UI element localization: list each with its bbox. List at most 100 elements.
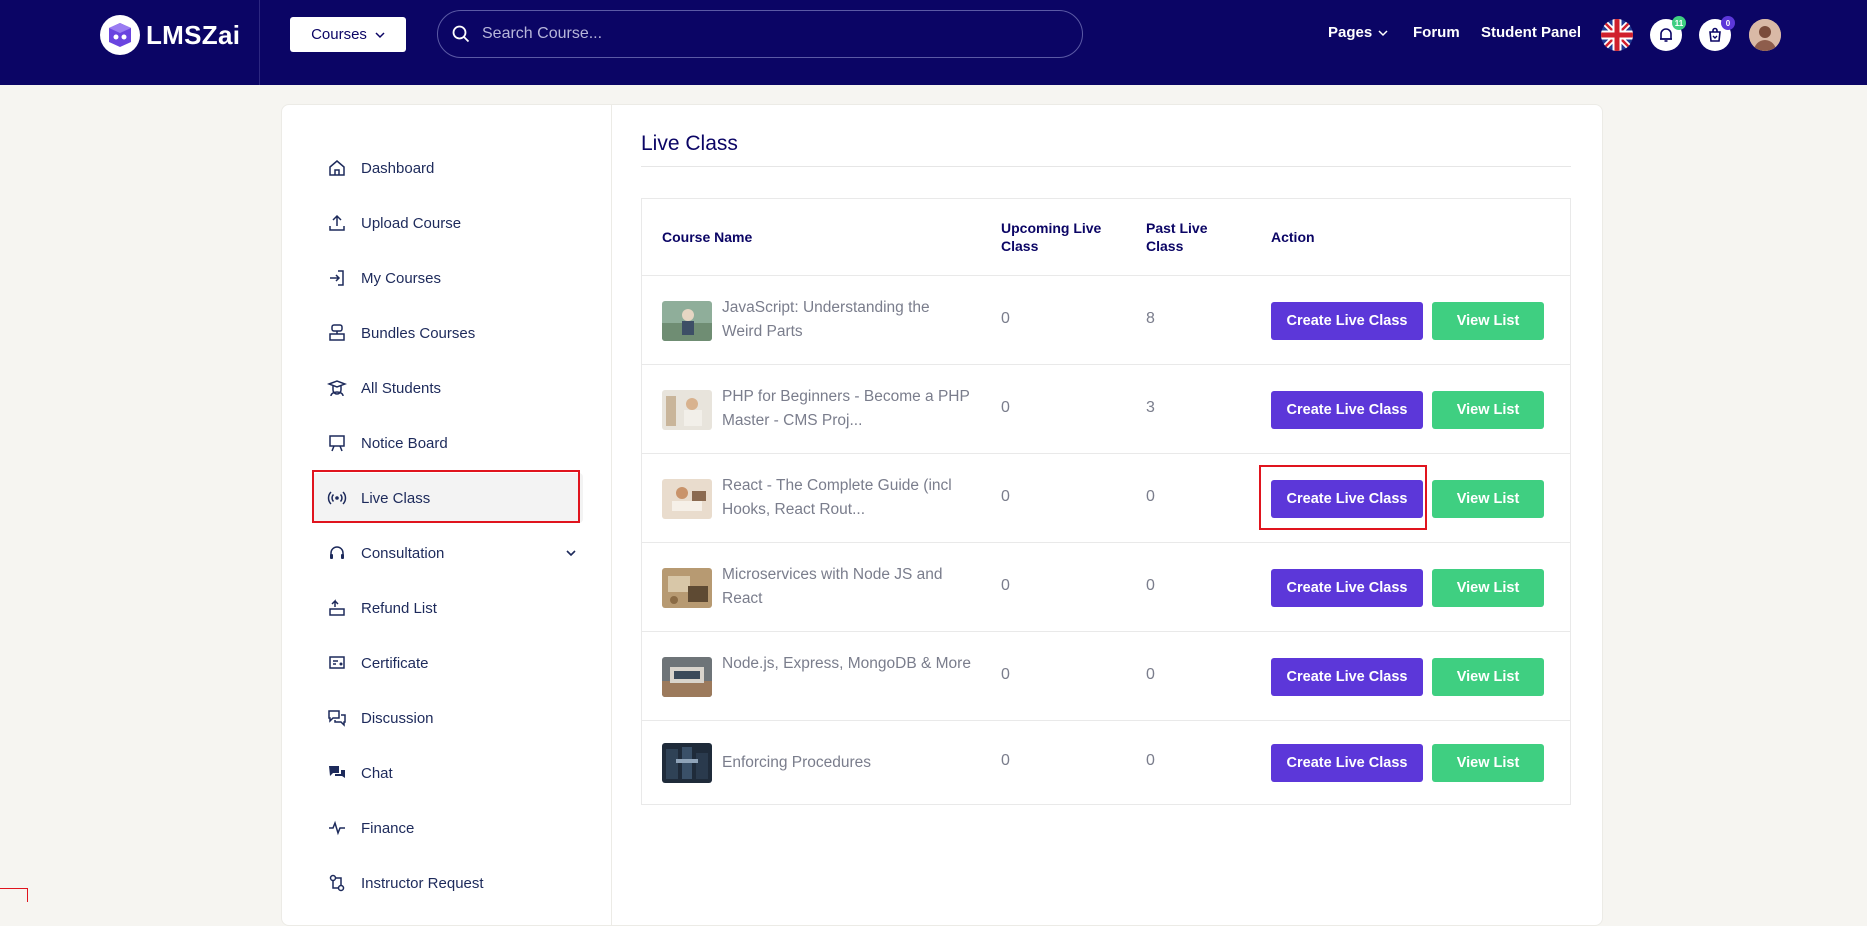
past-count: 0 [1146, 666, 1155, 683]
language-flag-uk-icon[interactable] [1601, 19, 1633, 51]
past-count: 0 [1146, 488, 1155, 505]
top-navbar: LMSZai Courses Pages Forum Student Panel… [0, 0, 1867, 85]
create-live-class-highlight-box [1259, 465, 1427, 530]
create-live-class-button[interactable]: Create Live Class [1271, 391, 1423, 429]
sidebar-item-consultation[interactable]: Consultation [313, 528, 583, 578]
create-live-class-button[interactable]: Create Live Class [1271, 569, 1423, 607]
refund-icon [329, 599, 345, 616]
request-icon [329, 874, 345, 892]
pulse-icon [329, 820, 345, 836]
sidebar-item-label: Consultation [361, 544, 445, 562]
sidebar-item-instructor-request[interactable]: Instructor Request [313, 858, 583, 908]
sidebar-item-label: All Students [361, 379, 442, 397]
brand-logo-link[interactable]: LMSZai [100, 15, 240, 55]
sidebar-item-label: Notice Board [361, 434, 448, 452]
course-name[interactable]: React - The Complete Guide (incl Hooks, … [722, 474, 972, 522]
sidebar-item-chat[interactable]: Chat [313, 748, 583, 798]
courses-label: Courses [311, 26, 367, 43]
upcoming-count: 0 [1001, 752, 1010, 769]
course-thumbnail [662, 657, 712, 697]
sidebar-item-label: My Courses [361, 269, 442, 287]
sidebar-item-dashboard[interactable]: Dashboard [313, 143, 583, 193]
past-count: 0 [1146, 752, 1155, 769]
live-class-highlight-box [312, 470, 580, 523]
view-list-button[interactable]: View List [1432, 391, 1544, 429]
course-name[interactable]: Microservices with Node JS and React [722, 563, 972, 611]
course-name[interactable]: PHP for Beginners - Become a PHP Master … [722, 385, 972, 433]
sidebar-item-label: Certificate [361, 654, 429, 672]
course-name[interactable]: Node.js, Express, MongoDB & More [722, 652, 972, 676]
create-live-class-button[interactable]: Create Live Class [1271, 744, 1423, 782]
row-divider [642, 542, 1570, 543]
view-list-button[interactable]: View List [1432, 658, 1544, 696]
chevron-down-icon[interactable] [565, 547, 577, 559]
cart-icon [1709, 27, 1721, 42]
sidebar-item-label: Chat [361, 764, 393, 782]
sidebar-item-label: Bundles Courses [361, 324, 476, 342]
sidebar-item-label: Instructor Request [361, 874, 484, 892]
sidebar-item-label: Refund List [361, 599, 437, 617]
sidebar-item-upload-course[interactable]: Upload Course [313, 198, 583, 248]
live-class-table: Course Name Upcoming Live Class Past Liv… [641, 198, 1571, 805]
chat-icon [329, 766, 345, 778]
row-divider [642, 364, 1570, 365]
sidebar-item-label: Discussion [361, 709, 434, 727]
upcoming-count: 0 [1001, 488, 1010, 505]
past-count: 0 [1146, 577, 1155, 594]
user-avatar[interactable] [1749, 19, 1781, 51]
course-thumbnail [662, 743, 712, 783]
nav-pages-dropdown[interactable]: Pages [1328, 24, 1388, 41]
title-divider [641, 166, 1571, 167]
certificate-icon [329, 656, 345, 669]
logo-icon [100, 15, 140, 55]
create-live-class-button[interactable]: Create Live Class [1271, 302, 1423, 340]
sidebar-item-finance[interactable]: Finance [313, 803, 583, 853]
view-list-button[interactable]: View List [1432, 569, 1544, 607]
brand-name: LMSZai [146, 19, 241, 50]
student-icon [327, 380, 347, 397]
upload-icon [329, 214, 345, 231]
create-live-class-button[interactable]: Create Live Class [1271, 658, 1423, 696]
view-list-button[interactable]: View List [1432, 744, 1544, 782]
sidebar-item-certificate[interactable]: Certificate [313, 638, 583, 688]
column-header-upcoming: Upcoming Live Class [1001, 220, 1102, 254]
header-divider [259, 0, 260, 85]
course-thumbnail [662, 301, 712, 341]
nav-forum-link[interactable]: Forum [1413, 24, 1460, 41]
sidebar-item-discussion[interactable]: Discussion [313, 693, 583, 743]
column-header-past: Past Live Class [1146, 220, 1208, 254]
past-count: 3 [1146, 399, 1155, 416]
nav-student-panel-link[interactable]: Student Panel [1481, 24, 1581, 41]
column-header-action: Action [1271, 229, 1315, 245]
search-icon [452, 25, 470, 43]
notification-button[interactable]: 11 [1650, 16, 1686, 51]
row-divider [642, 720, 1570, 721]
sidebar-item-my-courses[interactable]: My Courses [313, 253, 583, 303]
headset-icon [330, 546, 344, 559]
view-list-button[interactable]: View List [1432, 480, 1544, 518]
course-name[interactable]: Enforcing Procedures [722, 751, 972, 775]
sidebar-item-label: Finance [361, 819, 415, 837]
sidebar-item-label: Upload Course [361, 214, 462, 232]
sidebar-item-label: Dashboard [361, 159, 435, 177]
sidebar-item-notice-board[interactable]: Notice Board [313, 418, 583, 468]
bundle-icon [329, 324, 345, 341]
corner-marker [0, 888, 28, 902]
column-header-course-name: Course Name [662, 229, 753, 245]
course-thumbnail [662, 390, 712, 430]
search-input[interactable] [480, 24, 1044, 44]
courses-dropdown-button[interactable]: Courses [290, 17, 406, 52]
upcoming-count: 0 [1001, 577, 1010, 594]
sidebar-item-all-students[interactable]: All Students [313, 363, 583, 413]
row-divider [642, 631, 1570, 632]
view-list-button[interactable]: View List [1432, 302, 1544, 340]
past-count: 8 [1146, 310, 1155, 327]
cart-button[interactable]: 0 [1699, 16, 1735, 51]
chevron-down-icon [375, 31, 385, 38]
course-thumbnail [662, 479, 712, 519]
sidebar-item-bundles-courses[interactable]: Bundles Courses [313, 308, 583, 358]
sidebar-item-refund-list[interactable]: Refund List [313, 583, 583, 633]
upcoming-count: 0 [1001, 666, 1010, 683]
home-icon [329, 160, 345, 176]
course-name[interactable]: JavaScript: Understanding the Weird Part… [722, 296, 972, 344]
